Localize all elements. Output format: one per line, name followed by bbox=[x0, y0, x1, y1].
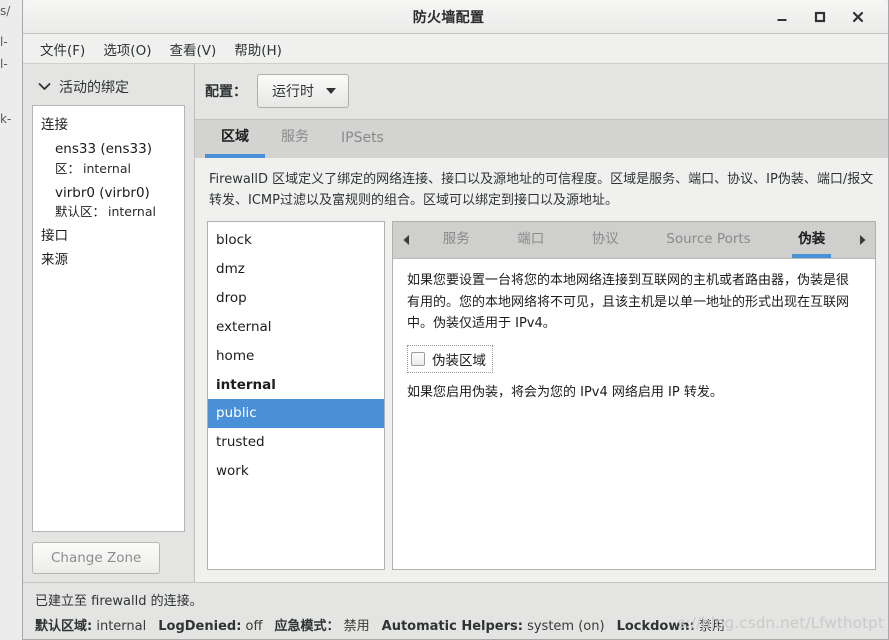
zone-item-trusted[interactable]: trusted bbox=[208, 428, 384, 457]
connection-zone: 区： internal bbox=[55, 160, 176, 178]
list-item[interactable]: virbr0 (virbr0) 默认区： internal bbox=[41, 180, 176, 224]
main-content: 配置： 运行时 区域 服务 IPSets FirewallD 区域定义了绑定的网… bbox=[195, 64, 888, 582]
title-bar: 防火墙配置 bbox=[23, 0, 888, 34]
zone-list[interactable]: block dmz drop external home internal pu… bbox=[207, 221, 385, 570]
zone-item-home[interactable]: home bbox=[208, 342, 384, 371]
firewall-config-window: 防火墙配置 文件(F) 选项(O) 查看(V) 帮助(H) 活动的绑定 连接 e… bbox=[22, 0, 889, 640]
zone-item-internal[interactable]: internal bbox=[208, 371, 384, 400]
subtab-services[interactable]: 服务 bbox=[437, 223, 476, 258]
zone-item-drop[interactable]: drop bbox=[208, 284, 384, 313]
status-bar: 已建立至 firewalld 的连接。 默认区域: internal LogDe… bbox=[23, 582, 888, 639]
zone-item-public[interactable]: public bbox=[208, 399, 384, 429]
maximize-icon[interactable] bbox=[812, 9, 828, 25]
change-zone-button[interactable]: Change Zone bbox=[32, 542, 161, 574]
bindings-group-sources: 来源 bbox=[41, 252, 68, 269]
configuration-bar: 配置： 运行时 bbox=[195, 64, 888, 119]
masquerade-checkbox-label: 伪装区域 bbox=[432, 352, 486, 369]
background-fragment: l- bbox=[0, 57, 8, 71]
connection-name: ens33 (ens33) bbox=[55, 141, 152, 157]
list-item[interactable]: ens33 (ens33) 区： internal bbox=[41, 136, 176, 180]
minimize-icon[interactable] bbox=[774, 9, 790, 25]
change-zone-container: Change Zone bbox=[32, 532, 185, 574]
status-automatic-helpers: Automatic Helpers: system (on) bbox=[382, 619, 605, 634]
zone-item-dmz[interactable]: dmz bbox=[208, 255, 384, 284]
menu-item-help[interactable]: 帮助(H) bbox=[225, 36, 291, 62]
background-fragment: s/ bbox=[0, 4, 11, 18]
zone-description: FirewallD 区域定义了绑定的网络连接、接口以及源地址的可信程度。区域是服… bbox=[195, 158, 888, 222]
connection-zone-value: internal bbox=[83, 160, 131, 176]
bindings-group-interfaces: 接口 bbox=[41, 228, 68, 245]
zone-item-work[interactable]: work bbox=[208, 457, 384, 486]
configuration-select-value: 运行时 bbox=[272, 84, 314, 100]
zone-sub-tab-bar: 服务 端口 协议 Source Ports 伪装 bbox=[393, 222, 875, 260]
active-bindings-label: 活动的绑定 bbox=[59, 80, 129, 96]
connection-zone-value: internal bbox=[108, 204, 156, 220]
status-panic-mode-key: 应急模式： bbox=[274, 619, 340, 634]
bindings-list[interactable]: 连接 ens33 (ens33) 区： internal virbr0 (vir… bbox=[32, 105, 185, 532]
window-controls bbox=[774, 9, 888, 25]
status-log-denied-value: off bbox=[245, 619, 263, 634]
background-fragment: l- bbox=[0, 35, 8, 49]
top-tab-bar: 区域 服务 IPSets bbox=[195, 119, 888, 158]
subtab-protocols[interactable]: 协议 bbox=[586, 223, 625, 258]
connection-zone-key: 区： bbox=[55, 160, 81, 176]
connection-zone-key: 默认区： bbox=[55, 204, 106, 220]
status-default-zone: 默认区域: internal bbox=[35, 615, 146, 634]
masquerade-checkbox[interactable] bbox=[411, 351, 425, 366]
status-automatic-helpers-key: Automatic Helpers: bbox=[381, 619, 523, 634]
connection-zone: 默认区： internal bbox=[55, 203, 176, 221]
active-bindings-sidebar: 活动的绑定 连接 ens33 (ens33) 区： internal virbr… bbox=[23, 64, 195, 582]
masquerade-checkbox-row[interactable]: 伪装区域 bbox=[407, 344, 493, 373]
background-fragment: k- bbox=[0, 112, 12, 126]
arrow-right-icon[interactable] bbox=[849, 222, 875, 258]
status-indicators: 默认区域: internal LogDenied: off 应急模式： 禁用 A… bbox=[33, 615, 878, 634]
connection-status-message: 已建立至 firewalld 的连接。 bbox=[35, 594, 203, 609]
zone-item-block[interactable]: block bbox=[208, 226, 384, 255]
zone-detail-panel: 服务 端口 协议 Source Ports 伪装 如果您要设置一台将您的本地网络… bbox=[392, 221, 876, 570]
menu-bar: 文件(F) 选项(O) 查看(V) 帮助(H) bbox=[23, 34, 888, 64]
menu-item-file[interactable]: 文件(F) bbox=[31, 36, 94, 62]
tab-zones[interactable]: 区域 bbox=[205, 117, 265, 158]
active-bindings-expander[interactable]: 活动的绑定 bbox=[32, 74, 185, 105]
status-log-denied: LogDenied: off bbox=[158, 619, 262, 634]
background-window-strip: s/ l- l- k- bbox=[0, 0, 23, 640]
status-lockdown-value: 禁用 bbox=[698, 619, 725, 634]
tab-ipsets[interactable]: IPSets bbox=[325, 121, 400, 158]
zone-sub-tabs: 服务 端口 协议 Source Ports 伪装 bbox=[419, 222, 849, 259]
close-icon[interactable] bbox=[850, 9, 866, 25]
masquerade-note-text: 如果您启用伪装，将会为您的 IPv4 网络启用 IP 转发。 bbox=[407, 384, 723, 400]
status-lockdown: Lockdown: 禁用 bbox=[617, 615, 725, 634]
configuration-select[interactable]: 运行时 bbox=[257, 74, 349, 108]
status-panic-mode-value: 禁用 bbox=[343, 619, 370, 634]
window-body: 活动的绑定 连接 ens33 (ens33) 区： internal virbr… bbox=[23, 64, 888, 582]
masquerade-content: 如果您要设置一台将您的本地网络连接到互联网的主机或者路由器，伪装是很有用的。您的… bbox=[393, 259, 875, 569]
zone-item-external[interactable]: external bbox=[208, 313, 384, 342]
bindings-group-connections: 连接 bbox=[41, 117, 68, 133]
caret-down-icon bbox=[326, 88, 336, 94]
arrow-left-icon[interactable] bbox=[393, 222, 419, 258]
window-title: 防火墙配置 bbox=[412, 9, 485, 26]
subtab-masquerade[interactable]: 伪装 bbox=[792, 223, 832, 259]
subtab-source-ports[interactable]: Source Ports bbox=[660, 223, 756, 258]
connection-name: virbr0 (virbr0) bbox=[55, 184, 150, 201]
menu-item-view[interactable]: 查看(V) bbox=[160, 36, 225, 62]
status-panic-mode: 应急模式： 禁用 bbox=[274, 615, 369, 634]
zone-panel-row: block dmz drop external home internal pu… bbox=[195, 221, 888, 582]
status-log-denied-key: LogDenied: bbox=[158, 619, 242, 634]
menu-item-options[interactable]: 选项(O) bbox=[94, 36, 160, 62]
configuration-label: 配置： bbox=[205, 84, 247, 100]
subtab-ports[interactable]: 端口 bbox=[511, 223, 550, 258]
masquerade-intro-text: 如果您要设置一台将您的本地网络连接到互联网的主机或者路由器，伪装是很有用的。您的… bbox=[407, 273, 850, 332]
status-default-zone-key: 默认区域: bbox=[35, 619, 93, 634]
status-automatic-helpers-value: system (on) bbox=[527, 619, 605, 634]
status-lockdown-key: Lockdown: bbox=[616, 619, 695, 634]
status-default-zone-value: internal bbox=[96, 619, 147, 634]
tab-services[interactable]: 服务 bbox=[265, 117, 325, 158]
chevron-down-icon bbox=[38, 80, 51, 95]
